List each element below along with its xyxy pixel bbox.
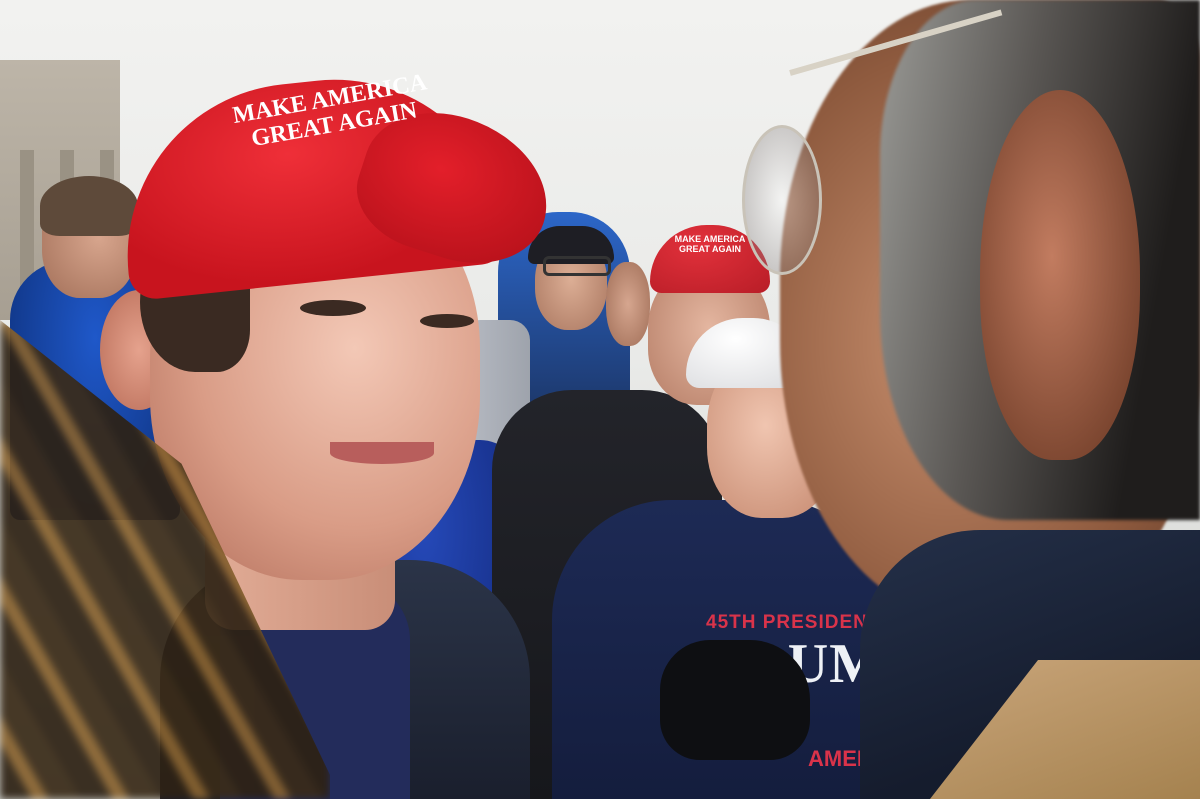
black-glove <box>660 640 810 760</box>
hoodie-text-top: 45TH PRESIDENT <box>706 612 881 633</box>
background-cap-line2: GREAT AGAIN <box>679 244 741 254</box>
eyeglasses <box>543 256 611 276</box>
eye <box>300 300 366 316</box>
photo-scene: MAKE AMERICA GREAT AGAIN 45TH PRESIDENT … <box>0 0 1200 799</box>
smile <box>330 442 434 464</box>
eyeglasses-lens <box>742 125 822 275</box>
background-person-face <box>606 262 650 346</box>
man-ear <box>980 90 1140 460</box>
background-cap-line1: MAKE AMERICA <box>674 234 746 244</box>
background-cap-text: MAKE AMERICA GREAT AGAIN <box>664 234 756 254</box>
eye <box>420 314 474 328</box>
background-person-hair <box>40 176 138 236</box>
